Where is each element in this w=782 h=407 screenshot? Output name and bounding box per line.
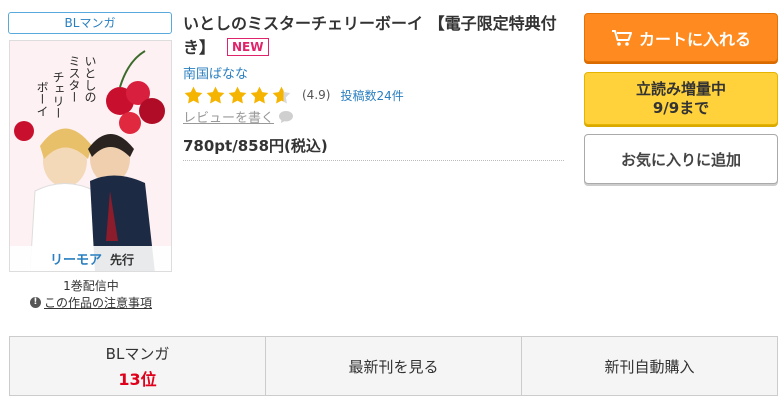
add-favorite-button[interactable]: お気に入りに追加 (584, 134, 778, 184)
star-icon (206, 86, 225, 103)
new-badge: NEW (227, 38, 269, 56)
cover-label-preview: 先行 (110, 252, 134, 267)
latest-volume-button[interactable]: 最新刊を見る (266, 337, 522, 395)
price: 780pt/858円(税込) (183, 135, 564, 161)
speech-bubble-icon (279, 110, 294, 123)
rating-row: (4.9) 投稿数24件 (183, 84, 404, 106)
trial-read-label: 立読み増量中 (635, 79, 726, 98)
trial-read-deadline: 9/9まで (652, 98, 710, 117)
rating-value: (4.9) (302, 88, 331, 102)
star-icon (184, 86, 203, 103)
write-review-text[interactable]: レビューを書く (183, 107, 274, 126)
title-block: いとしのミスターチェリーボーイ 【電子限定特典付き】 NEW (183, 12, 568, 60)
volume-status: 1巻配信中 (63, 279, 119, 293)
info-icon: ! (29, 297, 41, 308)
auto-purchase-button[interactable]: 新刊自動購入 (522, 337, 777, 395)
star-icon (250, 86, 269, 103)
notice-link-text[interactable]: この作品の注意事項 (44, 294, 152, 311)
star-icon (228, 86, 247, 103)
cover-label-brand: リーモア (50, 253, 102, 268)
review-count-link[interactable]: 投稿数24件 (340, 87, 403, 104)
author-link[interactable]: 南国ばなな (183, 63, 248, 82)
latest-volume-label: 最新刊を見る (348, 357, 439, 376)
category-tag: BLマンガ (8, 12, 172, 34)
cover-artwork: いとしの ミスター チェリー ボーイ リーモア 先行 (10, 41, 171, 271)
cover-title-line-4: ボーイ (35, 81, 49, 117)
write-review-link[interactable]: レビューを書く (183, 107, 294, 126)
cover-title-line-2: ミスター (67, 55, 81, 103)
ranking-cell[interactable]: BLマンガ 13位 (10, 337, 266, 395)
add-to-cart-label: カートに入れる (638, 29, 751, 49)
notice-link[interactable]: ! この作品の注意事項 (0, 294, 182, 311)
ranking-position: 13位 (118, 369, 157, 389)
star-half-icon (272, 86, 291, 103)
cart-icon (611, 29, 632, 46)
star-rating (183, 85, 292, 106)
cover-title-line-3: チェリー (51, 71, 65, 119)
auto-purchase-label: 新刊自動購入 (604, 357, 695, 376)
ranking-category: BLマンガ (105, 344, 170, 363)
add-to-cart-button[interactable]: カートに入れる (584, 13, 778, 62)
cover-title-line-1: いとしの (83, 55, 97, 103)
add-favorite-label: お気に入りに追加 (620, 150, 741, 169)
bottom-action-bar: BLマンガ 13位 最新刊を見る 新刊自動購入 (9, 336, 778, 396)
trial-read-button[interactable]: 立読み増量中 9/9まで (584, 72, 778, 125)
product-title: いとしのミスターチェリーボーイ 【電子限定特典付き】 NEW (183, 12, 568, 60)
cover-image[interactable]: いとしの ミスター チェリー ボーイ リーモア 先行 (9, 40, 172, 272)
